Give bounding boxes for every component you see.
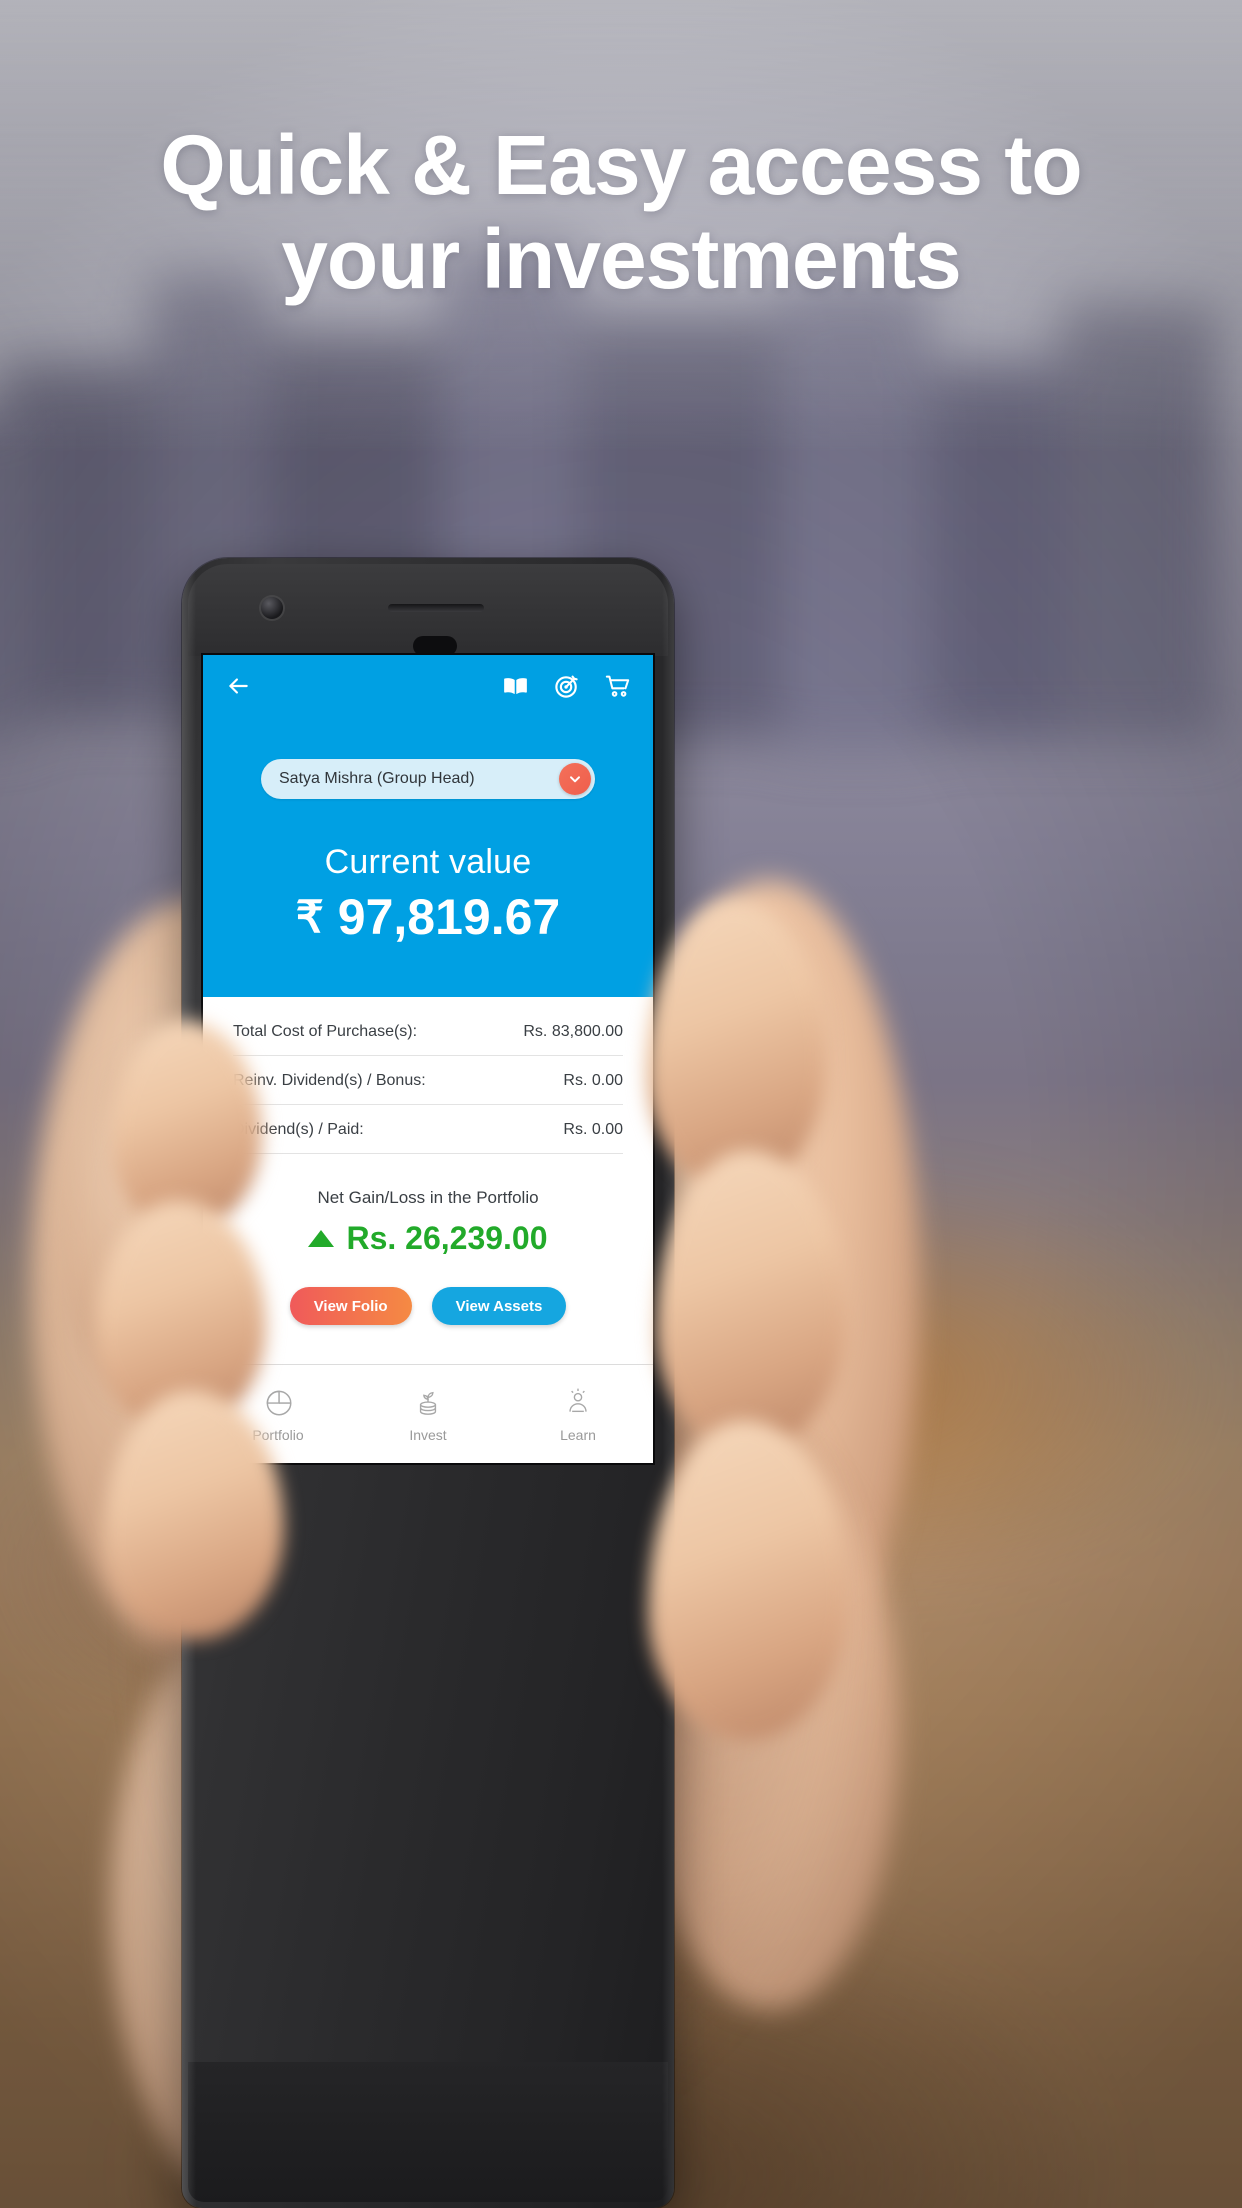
row-label: Reinv. Dividend(s) / Bonus: <box>233 1072 426 1089</box>
current-value-amount: ₹ 97,819.67 <box>203 888 653 946</box>
headline-line-2: your investments <box>281 212 962 307</box>
phone-bottom-chin <box>188 2062 668 2202</box>
net-gain-label: Net Gain/Loss in the Portfolio <box>317 1188 539 1207</box>
toolbar-actions <box>502 673 631 700</box>
table-row: Dividend(s) / Paid: Rs. 0.00 <box>233 1105 623 1154</box>
front-camera-icon <box>261 597 283 619</box>
person-idea-icon <box>561 1385 595 1419</box>
target-icon[interactable] <box>553 673 580 700</box>
phone-top-deck <box>188 564 668 656</box>
tab-invest[interactable]: Invest <box>353 1385 503 1443</box>
tab-learn[interactable]: Learn <box>503 1385 653 1443</box>
view-assets-button[interactable]: View Assets <box>431 1287 567 1325</box>
bottom-navigation: Portfolio Invest Learn <box>203 1364 653 1463</box>
net-gain-block: Net Gain/Loss in the Portfolio Rs. 26,23… <box>233 1154 623 1257</box>
tab-label: Learn <box>560 1427 596 1443</box>
earpiece-speaker <box>388 604 484 612</box>
promo-headline: Quick & Easy access to your investments <box>0 118 1242 306</box>
net-gain-value-row: Rs. 26,239.00 <box>233 1220 623 1257</box>
row-value: Rs. 83,800.00 <box>523 1023 623 1040</box>
account-name: Satya Mishra (Group Head) <box>279 770 475 787</box>
app-header: Satya Mishra (Group Head) Current value … <box>203 655 653 997</box>
rupee-symbol: ₹ <box>295 892 324 942</box>
tab-label: Invest <box>409 1427 447 1443</box>
table-row: Total Cost of Purchase(s): Rs. 83,800.00 <box>233 997 623 1056</box>
row-value: Rs. 0.00 <box>563 1072 623 1089</box>
phone-mockup: Satya Mishra (Group Head) Current value … <box>182 558 674 2208</box>
triangle-up-icon <box>308 1230 335 1247</box>
app-toolbar <box>203 655 653 717</box>
book-icon[interactable] <box>502 673 529 700</box>
net-gain-amount: Rs. 26,239.00 <box>346 1220 548 1256</box>
row-label: Total Cost of Purchase(s): <box>233 1023 418 1040</box>
row-value: Rs. 0.00 <box>563 1121 623 1138</box>
sensor-housing <box>413 636 457 656</box>
chevron-down-icon[interactable] <box>559 763 591 795</box>
account-selector[interactable]: Satya Mishra (Group Head) <box>261 759 595 799</box>
current-value-label: Current value <box>324 843 532 881</box>
headline-line-1: Quick & Easy access to <box>160 118 1082 212</box>
cart-icon[interactable] <box>604 673 631 700</box>
arrow-left-icon[interactable] <box>225 673 251 699</box>
action-buttons: View Folio View Assets <box>233 1287 623 1353</box>
phone-screen: Satya Mishra (Group Head) Current value … <box>203 655 653 1463</box>
pie-chart-icon <box>261 1385 295 1419</box>
view-folio-button[interactable]: View Folio <box>289 1287 412 1325</box>
current-value-number: 97,819.67 <box>337 889 561 945</box>
table-row: Reinv. Dividend(s) / Bonus: Rs. 0.00 <box>233 1056 623 1105</box>
plant-coins-icon <box>411 1385 445 1419</box>
portfolio-summary-card: Total Cost of Purchase(s): Rs. 83,800.00… <box>203 997 653 1353</box>
